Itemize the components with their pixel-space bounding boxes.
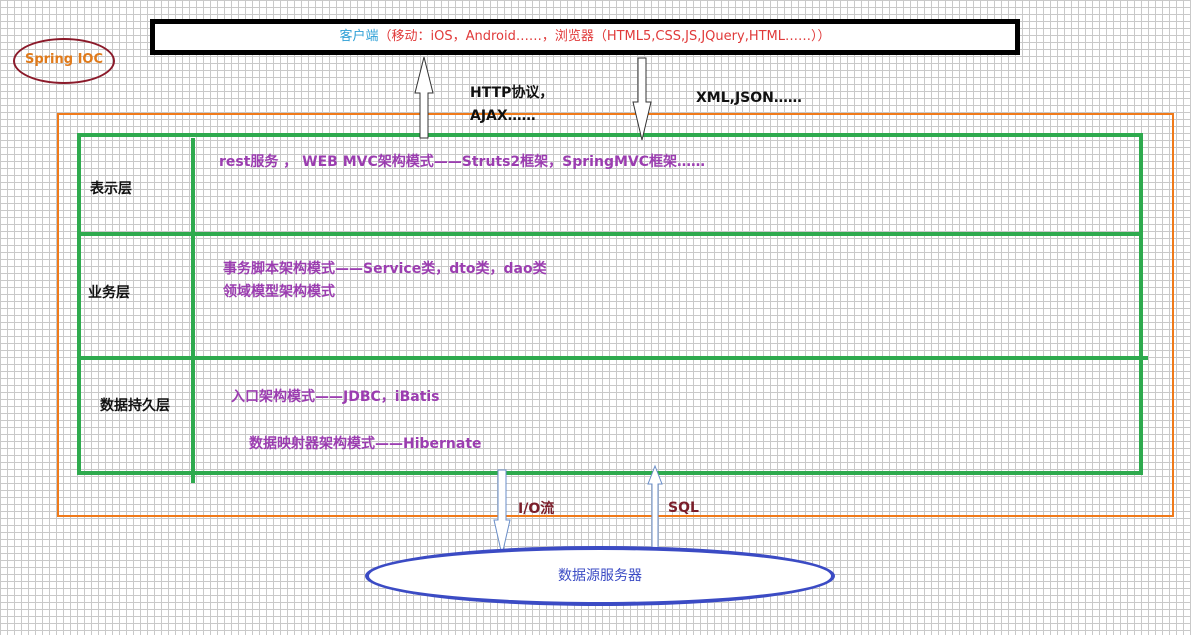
arrows-layer [414,56,663,556]
down-arrow-io [493,469,511,556]
datasource-label: 数据源服务器 [558,568,642,584]
down-arrow-xml [632,57,652,141]
up-arrow-http [414,56,434,139]
up-arrow-sql [647,464,663,549]
